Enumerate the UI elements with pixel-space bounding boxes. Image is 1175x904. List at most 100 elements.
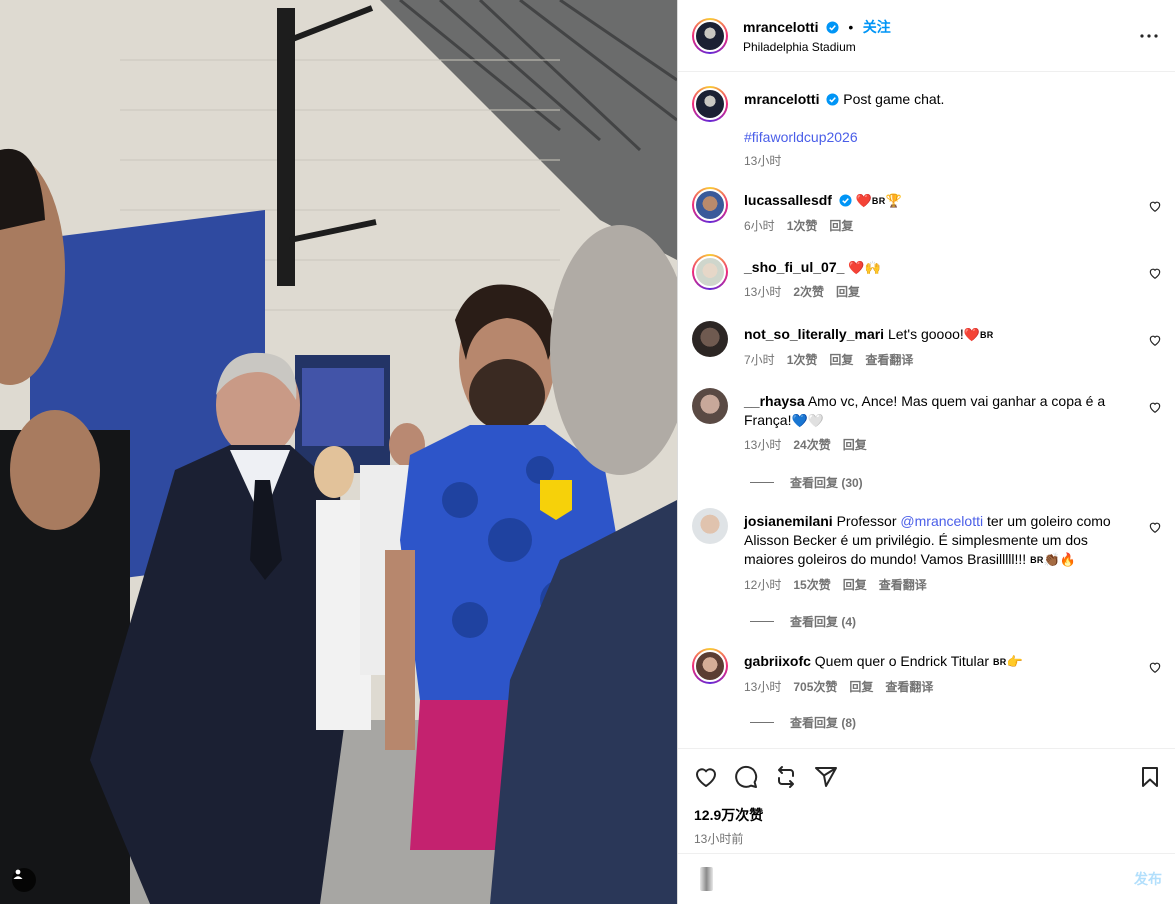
post-comment-button[interactable]: 发布: [1134, 869, 1162, 889]
comment-input[interactable]: [727, 871, 1134, 887]
emoji-picker-icon[interactable]: [700, 867, 713, 891]
post-side-panel: mrancelotti • 关注 Philadelphia Stadium mr…: [677, 0, 1175, 904]
commenter-username[interactable]: __rhaysa: [744, 393, 805, 409]
comment-text: Quem quer o Endrick Titular: [814, 653, 990, 669]
like-count[interactable]: 12.9万次赞: [694, 805, 1162, 825]
caption-hashtag[interactable]: #fifaworldcup2026: [744, 129, 858, 145]
divider-line: [750, 621, 774, 622]
commenter-avatar[interactable]: [692, 388, 728, 424]
commenter-avatar[interactable]: [692, 321, 728, 357]
caption-time: 13小时: [744, 154, 782, 168]
separator: •: [848, 19, 854, 35]
flag-emoji: BR: [871, 196, 886, 206]
comment-like-icon[interactable]: [1148, 199, 1162, 213]
comment-like-icon[interactable]: [1148, 400, 1162, 414]
comment-like-icon[interactable]: [1148, 333, 1162, 347]
view-replies-button[interactable]: 查看回复 (30): [750, 474, 863, 491]
commenter-username[interactable]: not_so_literally_mari: [744, 326, 884, 342]
reply-button[interactable]: 回复: [849, 678, 873, 697]
translate-button[interactable]: 查看翻译: [865, 351, 913, 370]
comment-time: 13小时: [744, 285, 782, 299]
commenter-username[interactable]: lucassallesdf: [744, 192, 832, 208]
verified-badge-icon: [826, 93, 839, 106]
author-avatar[interactable]: [692, 86, 728, 122]
comment-like-icon[interactable]: [1148, 660, 1162, 674]
blue-heart-emoji: 💙: [791, 413, 808, 428]
verified-badge-icon: [839, 194, 852, 207]
verified-badge-icon: [826, 21, 839, 34]
like-icon[interactable]: [694, 765, 718, 789]
post-caption: mrancelotti Post game chat. #fifaworldcu…: [692, 86, 1162, 171]
commenter-username[interactable]: josianemilani: [744, 513, 833, 529]
reply-button[interactable]: 回复: [829, 217, 853, 236]
post-time: 13小时前: [694, 832, 744, 846]
translate-button[interactable]: 查看翻译: [879, 576, 927, 595]
commenter-avatar[interactable]: [692, 187, 728, 223]
reply-button[interactable]: 回复: [836, 283, 860, 302]
more-options-icon[interactable]: [1137, 24, 1161, 48]
clap-emoji: 👏🏾: [1043, 552, 1060, 567]
view-replies-button[interactable]: 查看回复 (8): [750, 714, 856, 731]
white-heart-emoji: 🤍: [807, 413, 824, 428]
tagged-user-icon[interactable]: [12, 868, 36, 892]
comment-likes[interactable]: 2次赞: [793, 283, 824, 302]
comment-text-lead: Professor: [836, 513, 901, 529]
comment-likes[interactable]: 1次赞: [787, 217, 818, 236]
commenter-avatar[interactable]: [692, 254, 728, 290]
comment-icon[interactable]: [734, 765, 758, 789]
raised-hands-emoji: 🙌: [864, 260, 881, 275]
divider-line: [750, 482, 774, 483]
comment-item: not_so_literally_mari Let's goooo!❤️BR 7…: [692, 321, 1162, 370]
commenter-avatar[interactable]: [692, 508, 728, 544]
heart-emoji: ❤️: [963, 327, 980, 342]
caption-username[interactable]: mrancelotti: [744, 91, 819, 107]
comment-mention[interactable]: @mrancelotti: [900, 513, 983, 529]
follow-button[interactable]: 关注: [863, 19, 891, 35]
comment-item: josianemilani Professor @mrancelotti ter…: [692, 508, 1162, 595]
post-location[interactable]: Philadelphia Stadium: [743, 40, 1137, 54]
heart-emoji: ❤️: [848, 260, 865, 275]
author-username[interactable]: mrancelotti: [743, 19, 818, 35]
photo-illustration: [0, 0, 677, 904]
view-replies-button[interactable]: 查看回复 (4): [750, 613, 856, 630]
view-replies-label: 查看回复 (30): [790, 476, 863, 490]
comment-item: __rhaysa Amo vc, Ance! Mas quem vai ganh…: [692, 388, 1162, 455]
save-icon[interactable]: [1138, 765, 1162, 789]
share-icon[interactable]: [814, 765, 838, 789]
commenter-avatar[interactable]: [692, 648, 728, 684]
comment-time: 6小时: [744, 219, 775, 233]
author-avatar[interactable]: [692, 17, 728, 54]
comment-item: gabriixofc Quem quer o Endrick Titular B…: [692, 648, 1162, 697]
reply-button[interactable]: 回复: [843, 576, 867, 595]
comment-time: 7小时: [744, 353, 775, 367]
post-photo[interactable]: [0, 0, 677, 904]
trophy-emoji: 🏆: [885, 193, 902, 208]
repost-icon[interactable]: [774, 765, 798, 789]
comment-like-icon[interactable]: [1148, 266, 1162, 280]
comment-like-icon[interactable]: [1148, 520, 1162, 534]
comment-likes[interactable]: 15次赞: [793, 576, 830, 595]
comment-time: 13小时: [744, 438, 782, 452]
heart-emoji: ❤️: [855, 193, 872, 208]
comment-time: 12小时: [744, 578, 782, 592]
comments-list[interactable]: mrancelotti Post game chat. #fifaworldcu…: [678, 72, 1175, 748]
translate-button[interactable]: 查看翻译: [885, 678, 933, 697]
comment-likes[interactable]: 24次赞: [793, 436, 830, 455]
post-dialog: mrancelotti • 关注 Philadelphia Stadium mr…: [0, 0, 1175, 904]
view-replies-label: 查看回复 (8): [790, 716, 857, 730]
fire-emoji: 🔥: [1059, 552, 1077, 567]
reply-button[interactable]: 回复: [829, 351, 853, 370]
add-comment-bar: 发布: [678, 853, 1175, 904]
flag-emoji: BR: [992, 657, 1007, 667]
comment-likes[interactable]: 705次赞: [793, 678, 837, 697]
post-header: mrancelotti • 关注 Philadelphia Stadium: [678, 0, 1175, 72]
flag-emoji: BR: [1030, 555, 1044, 565]
comment-item: _sho_fi_ul_07_ ❤️🙌 13小时 2次赞 回复: [692, 254, 1162, 302]
reply-button[interactable]: 回复: [843, 436, 867, 455]
commenter-username[interactable]: _sho_fi_ul_07_: [744, 259, 844, 275]
caption-text: Post game chat.: [843, 91, 945, 107]
commenter-username[interactable]: gabriixofc: [744, 653, 811, 669]
comment-time: 13小时: [744, 680, 782, 694]
comment-likes[interactable]: 1次赞: [787, 351, 818, 370]
pointing-emoji: 👉: [1006, 654, 1023, 669]
